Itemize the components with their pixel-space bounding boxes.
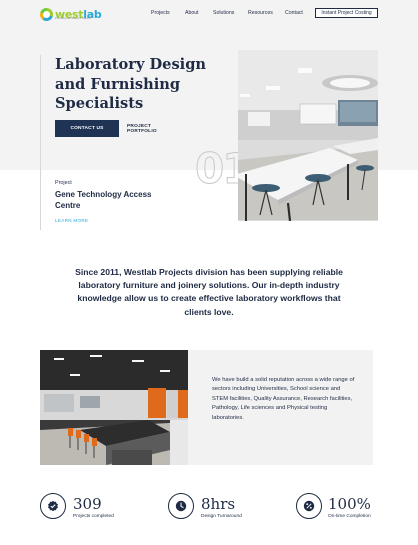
stat-turnaround-label: Design Turnaround: [201, 514, 242, 519]
check-badge-icon: [40, 493, 66, 519]
hero-lab-photo: [238, 50, 378, 221]
stat-ontime-value: 100%: [328, 495, 371, 513]
stat-projects-value: 309: [73, 495, 102, 513]
stat-projects-label: Projects completed: [73, 514, 114, 519]
nav-contact[interactable]: Contact: [285, 10, 303, 16]
stat-turnaround-value: 8hrs: [201, 495, 236, 513]
hero-title: Laboratory Design and Furnishing Special…: [55, 56, 207, 112]
feature-lab-photo-illustration: [40, 350, 188, 465]
site-header: westlab Innovating Lab Solutions Togethe…: [0, 0, 418, 26]
project-label: Project: [55, 180, 72, 186]
hero-lab-photo-illustration: [238, 50, 378, 221]
nav-solutions[interactable]: Solutions: [213, 10, 234, 16]
logo-tagline: Innovating Lab Solutions Together: [55, 17, 92, 20]
project-name: Gene Technology Access Centre: [55, 190, 152, 210]
nav-about[interactable]: About: [185, 10, 199, 16]
percent-icon: [296, 493, 322, 519]
learn-more-link[interactable]: LEARN MORE: [55, 218, 88, 223]
logo-mark-icon: [40, 7, 53, 21]
nav-projects[interactable]: Projects: [151, 10, 170, 16]
feature-paragraph: We have build a solid reputation across …: [212, 377, 355, 421]
instant-project-costing-button[interactable]: Instant Project Costing: [315, 8, 378, 18]
feature-lab-photo: [40, 350, 188, 465]
clock-icon: [168, 493, 194, 519]
hero-divider-line: [40, 55, 41, 230]
stat-ontime-label: On-time Completion: [328, 514, 371, 519]
project-portfolio-button[interactable]: PROJECT PORTFOLIO: [127, 120, 181, 137]
contact-us-button[interactable]: CONTACT US: [55, 120, 119, 137]
nav-resources[interactable]: Resources: [248, 10, 273, 16]
page: westlab Innovating Lab Solutions Togethe…: [0, 0, 418, 545]
intro-paragraph: Since 2011, Westlab Projects division ha…: [75, 267, 343, 317]
